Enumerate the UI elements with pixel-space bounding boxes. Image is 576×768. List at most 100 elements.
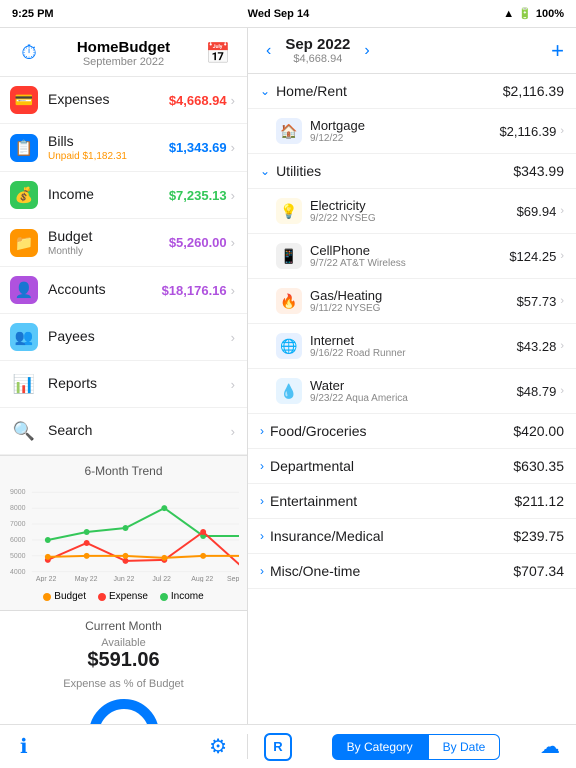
utilities-name: Utilities	[276, 163, 321, 179]
group-header-insurance[interactable]: › Insurance/Medical $239.75	[248, 519, 576, 554]
group-header-departmental[interactable]: › Departmental $630.35	[248, 449, 576, 484]
water-date: 9/23/22 Aqua America	[310, 393, 517, 404]
toolbar-right: R By Category By Date ☁	[248, 733, 576, 761]
clock-icon[interactable]: ⏱	[14, 38, 44, 68]
month-nav: ‹ Sep 2022 $4,668.94 ›	[260, 36, 376, 65]
insurance-amount: $239.75	[513, 528, 564, 544]
electricity-amount: $69.94	[517, 204, 557, 219]
info-button[interactable]: ℹ	[20, 734, 28, 759]
nav-item-payees[interactable]: 👥 Payees ›	[0, 314, 247, 361]
departmental-name: Departmental	[270, 458, 354, 474]
mortgage-date: 9/12/22	[310, 133, 499, 144]
search-label: Search	[48, 422, 92, 438]
gas-name: Gas/Heating	[310, 288, 517, 303]
electricity-date: 9/2/22 NYSEG	[310, 213, 517, 224]
bills-sublabel: Unpaid $1,182.31	[48, 151, 169, 162]
reports-icon: 📊	[10, 370, 38, 398]
income-label: Income	[48, 186, 94, 202]
group-header-misc[interactable]: › Misc/One-time $707.34	[248, 554, 576, 589]
income-icon: 💰	[10, 181, 38, 209]
group-header-entertainment[interactable]: › Entertainment $211.12	[248, 484, 576, 519]
list-item[interactable]: 💡 Electricity 9/2/22 NYSEG $69.94 ›	[248, 189, 576, 234]
list-item[interactable]: 🌐 Internet 9/16/22 Road Runner $43.28 ›	[248, 324, 576, 369]
mortgage-amount: $2,116.39	[499, 124, 556, 139]
bottom-toolbar: ℹ ⚙ R By Category By Date ☁	[0, 724, 576, 768]
expenses-chevron: ›	[231, 93, 235, 108]
nav-item-bills[interactable]: 📋 Bills Unpaid $1,182.31 $1,343.69 ›	[0, 124, 247, 172]
nav-item-search[interactable]: 🔍 Search ›	[0, 408, 247, 455]
income-value: $7,235.13	[169, 188, 227, 203]
add-expense-button[interactable]: +	[551, 38, 564, 64]
departmental-amount: $630.35	[513, 458, 564, 474]
calendar-icon[interactable]: 📅	[203, 38, 233, 68]
gas-icon: 🔥	[276, 288, 302, 314]
bills-value: $1,343.69	[169, 140, 227, 155]
group-header-home-rent[interactable]: ⌄ Home/Rent $2,116.39	[248, 74, 576, 109]
next-month-button[interactable]: ›	[358, 40, 375, 62]
settings-button[interactable]: ⚙	[209, 734, 227, 759]
right-panel: ‹ Sep 2022 $4,668.94 › + ⌄ Home/Rent $2,…	[248, 28, 576, 724]
entertainment-amount: $211.12	[514, 493, 564, 509]
list-item[interactable]: 💧 Water 9/23/22 Aqua America $48.79 ›	[248, 369, 576, 414]
entertainment-chevron: ›	[260, 494, 264, 508]
nav-item-accounts[interactable]: 👤 Accounts $18,176.16 ›	[0, 267, 247, 314]
nav-item-reports[interactable]: 📊 Reports ›	[0, 361, 247, 408]
nav-list: 💳 Expenses $4,668.94 › 📋 Bills Unpaid $1…	[0, 77, 247, 455]
list-item[interactable]: 📱 CellPhone 9/7/22 AT&T Wireless $124.25…	[248, 234, 576, 279]
cellphone-icon: 📱	[276, 243, 302, 269]
group-header-utilities[interactable]: ⌄ Utilities $343.99	[248, 154, 576, 189]
reports-label: Reports	[48, 375, 97, 391]
svg-text:Jul 22: Jul 22	[152, 576, 171, 582]
expense-legend-label: Expense	[109, 591, 148, 602]
bills-label: Bills	[48, 133, 74, 149]
mortgage-chevron: ›	[560, 125, 564, 137]
svg-text:Apr 22: Apr 22	[36, 576, 57, 582]
wifi-icon: ▲	[503, 8, 514, 20]
nav-item-budget[interactable]: 📁 Budget Monthly $5,260.00 ›	[0, 219, 247, 267]
available-value: $591.06	[12, 649, 235, 672]
status-bar: 9:25 PM Wed Sep 14 ▲ 🔋 100%	[0, 0, 576, 28]
expenses-icon: 💳	[10, 86, 38, 114]
internet-name: Internet	[310, 333, 517, 348]
chart-title: 6-Month Trend	[0, 464, 247, 478]
svg-text:7000: 7000	[10, 521, 26, 528]
app-header-center: HomeBudget September 2022	[77, 39, 170, 68]
by-category-button[interactable]: By Category	[332, 734, 428, 760]
segment-control: By Category By Date	[332, 734, 501, 760]
budget-icon: 📁	[10, 229, 38, 257]
left-panel: ⏱ HomeBudget September 2022 📅 💳 Expenses…	[0, 28, 248, 724]
water-name: Water	[310, 378, 517, 393]
departmental-chevron: ›	[260, 459, 264, 473]
insurance-name: Insurance/Medical	[270, 528, 384, 544]
cloud-sync-button[interactable]: ☁	[540, 734, 560, 759]
by-date-button[interactable]: By Date	[428, 734, 501, 760]
donut-svg	[84, 694, 164, 724]
r-badge[interactable]: R	[264, 733, 292, 761]
app-subtitle: September 2022	[77, 56, 170, 68]
food-name: Food/Groceries	[270, 423, 366, 439]
budget-value: $5,260.00	[169, 235, 227, 250]
nav-item-expenses[interactable]: 💳 Expenses $4,668.94 ›	[0, 77, 247, 124]
accounts-label: Accounts	[48, 281, 106, 297]
prev-month-button[interactable]: ‹	[260, 40, 277, 62]
list-item[interactable]: 🏠 Mortgage 9/12/22 $2,116.39 ›	[248, 109, 576, 154]
svg-text:5000: 5000	[10, 553, 26, 560]
entertainment-name: Entertainment	[270, 493, 357, 509]
status-time: 9:25 PM	[12, 8, 54, 20]
electricity-chevron: ›	[560, 205, 564, 217]
mortgage-icon: 🏠	[276, 118, 302, 144]
month-title: Sep 2022	[285, 36, 350, 53]
svg-text:8000: 8000	[10, 505, 26, 512]
search-nav-icon: 🔍	[10, 417, 38, 445]
svg-text:9000: 9000	[10, 489, 26, 496]
available-label: Available	[12, 637, 235, 649]
svg-text:Aug 22: Aug 22	[191, 576, 213, 582]
insurance-chevron: ›	[260, 529, 264, 543]
donut-chart: 88%	[84, 694, 164, 724]
internet-amount: $43.28	[517, 339, 557, 354]
misc-amount: $707.34	[513, 563, 564, 579]
list-item[interactable]: 🔥 Gas/Heating 9/11/22 NYSEG $57.73 ›	[248, 279, 576, 324]
group-header-food[interactable]: › Food/Groceries $420.00	[248, 414, 576, 449]
nav-item-income[interactable]: 💰 Income $7,235.13 ›	[0, 172, 247, 219]
trend-chart: 9000 8000 7000 6000 5000 4000	[8, 482, 239, 582]
